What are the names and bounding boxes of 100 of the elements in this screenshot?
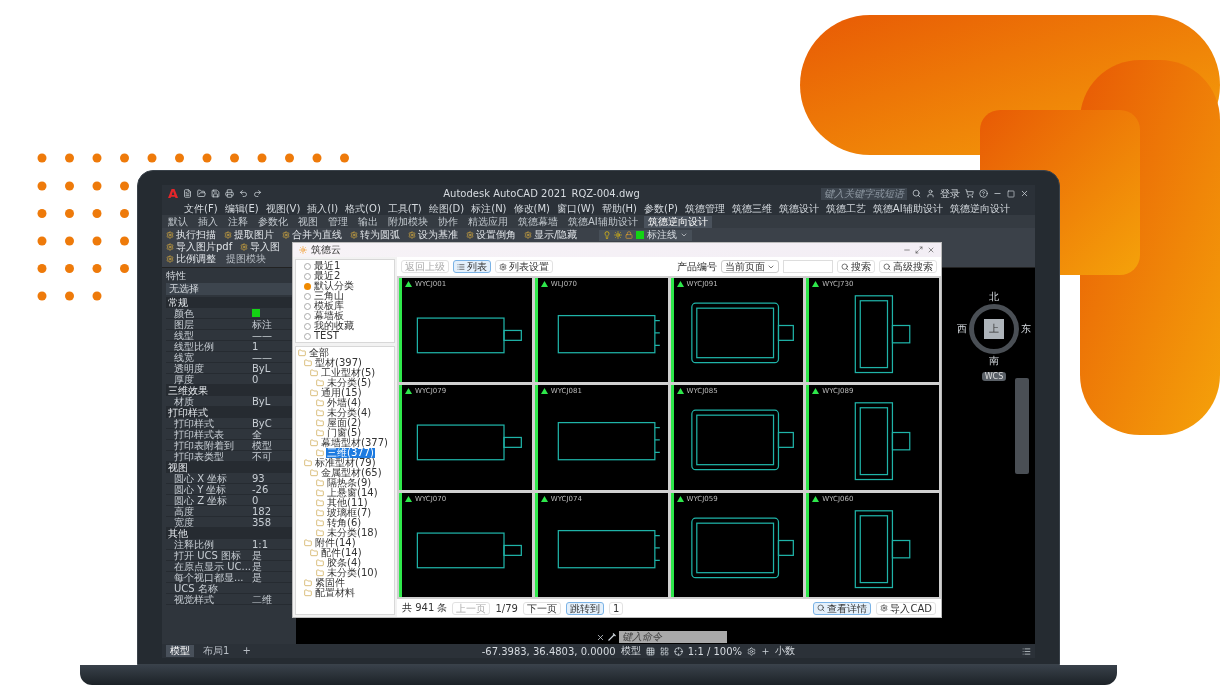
library-item[interactable]: 三角山 (313, 291, 345, 301)
login-link[interactable]: 登录 (940, 186, 960, 201)
search-button[interactable]: 搜索 (837, 260, 875, 273)
ribbon-tab[interactable]: 参数化 (254, 216, 292, 228)
tree-item[interactable]: 未分类(4) (326, 408, 373, 418)
menu-item[interactable]: 筑德设计 (778, 202, 819, 215)
selection-dropdown[interactable]: 无选择 (166, 283, 292, 295)
tree-item[interactable]: 其他(11) (326, 498, 369, 508)
tree-item[interactable]: 通用(15) (320, 388, 363, 398)
ribbon-button[interactable]: 设置倒角 (466, 228, 516, 242)
library-item[interactable]: 最近2 (313, 271, 342, 281)
compass-ring[interactable]: 上 (969, 304, 1019, 354)
menu-item[interactable]: 插入(I) (307, 202, 339, 215)
tree-item[interactable]: 隔热条(9) (326, 478, 373, 488)
ribbon-button[interactable]: 导入图 (240, 240, 281, 254)
ribbon-tab[interactable]: 管理 (324, 216, 352, 228)
tree-item[interactable]: 配置材料 (314, 588, 356, 598)
tree-item[interactable]: 未分类(10) (326, 568, 379, 578)
tree-item[interactable]: 玻璃框(7) (326, 508, 373, 518)
units-dropdown[interactable]: 小数 (775, 644, 796, 658)
tree-item[interactable]: 金属型材(65) (320, 468, 383, 478)
tree-item[interactable]: 未分类(5) (326, 378, 373, 388)
page-input[interactable]: 1 (608, 601, 624, 615)
tree-item[interactable]: 屋面(2) (326, 418, 363, 428)
command-input[interactable]: 键入命令 (619, 631, 727, 643)
tree-item[interactable]: 上悬窗(14) (326, 488, 379, 498)
library-item[interactable]: 幕墙板 (313, 311, 345, 321)
ribbon-tab[interactable]: 默认 (164, 216, 192, 228)
ribbon-button[interactable]: 执行扫描 (166, 228, 216, 242)
tree-item[interactable]: 附件(14) (314, 538, 357, 548)
ribbon-button[interactable]: 设为基准 (408, 228, 458, 242)
menu-item[interactable]: 视图(V) (265, 202, 301, 215)
ribbon-button[interactable]: 提取图片 (224, 228, 274, 242)
add-layout-tab[interactable]: + (238, 645, 255, 657)
tree-item[interactable]: 工业型材(5) (320, 368, 377, 378)
menu-item[interactable]: 筑德三维 (731, 202, 772, 215)
ribbon-tab[interactable]: 协作 (434, 216, 462, 228)
wcs-menu[interactable]: WCS (981, 372, 1007, 381)
tree-item[interactable]: 胶条(4) (326, 558, 363, 568)
tree-item[interactable]: 标准型材(79) (314, 458, 377, 468)
menu-item[interactable]: 窗口(W) (556, 202, 595, 215)
model-toggle[interactable]: 模型 (620, 644, 641, 658)
menu-item[interactable]: 参数(P) (644, 202, 678, 215)
advanced-search-button[interactable]: 高级搜索 (879, 260, 937, 273)
section-header[interactable]: 常规 (166, 297, 292, 308)
tree-item[interactable]: 幕墙型材(377) (320, 438, 389, 448)
annotation-scale[interactable]: 1:1 / 100% (687, 645, 743, 657)
ribbon-button[interactable]: 合并为直线 (282, 228, 342, 242)
ribbon-button[interactable]: 比例调整 (166, 252, 216, 266)
menu-item[interactable]: 筑德逆向设计 (949, 202, 1010, 215)
menu-item[interactable]: 帮助(H) (601, 202, 637, 215)
navigation-bar[interactable] (1015, 378, 1029, 474)
section-header[interactable]: 视图 (166, 462, 292, 473)
ribbon-button[interactable]: 导入图片pdf (166, 240, 233, 254)
toolbar-button[interactable]: 列表设置 (495, 260, 553, 273)
ribbon-tab[interactable]: 输出 (354, 216, 382, 228)
tree-item[interactable]: 转角(6) (326, 518, 363, 528)
ribbon-tab[interactable]: 精选应用 (464, 216, 512, 228)
toolbar-button[interactable]: 列表 (453, 260, 491, 273)
import-button[interactable]: 导入CAD (876, 601, 936, 615)
menu-item[interactable]: 标注(N) (471, 202, 507, 215)
details-button[interactable]: 查看详情 (813, 601, 872, 615)
section-header[interactable]: 其他 (166, 528, 292, 539)
ribbon-tab[interactable]: 插入 (194, 216, 222, 228)
menu-item[interactable]: 修改(M) (513, 202, 550, 215)
section-header[interactable]: 打印样式 (166, 407, 292, 418)
tree-item[interactable]: 未分类(18) (326, 528, 379, 538)
menu-item[interactable]: 文件(F) (184, 202, 218, 215)
layer-dropdown[interactable]: 标注线 (599, 229, 693, 241)
library-item[interactable]: 我的收藏 (313, 321, 355, 331)
section-header[interactable]: 三维效果 (166, 385, 292, 396)
tree-item[interactable]: 全部 (308, 348, 330, 358)
menu-item[interactable]: 筑德管理 (684, 202, 725, 215)
ribbon-button[interactable]: 转为圆弧 (350, 228, 400, 242)
tree-item[interactable]: 配件(14) (320, 548, 363, 558)
tree-item[interactable]: 外墙(4) (326, 398, 363, 408)
layout-tab[interactable]: 布局1 (199, 645, 234, 657)
search-input[interactable] (783, 260, 833, 273)
menu-item[interactable]: 筑德工艺 (825, 202, 866, 215)
library-item[interactable]: TEST (313, 331, 340, 341)
ribbon-tab[interactable]: 筑德幕墙 (514, 216, 562, 228)
ribbon-tab[interactable]: 筑德AI辅助设计 (564, 216, 642, 228)
next-page-button[interactable]: 下一页 (522, 601, 561, 615)
jump-button[interactable]: 跳转到 (565, 601, 604, 615)
ribbon-tab[interactable]: 附加模块 (384, 216, 432, 228)
library-item[interactable]: 默认分类 (313, 281, 355, 291)
menu-item[interactable]: 绘图(D) (428, 202, 465, 215)
tree-item[interactable]: 紧固件 (314, 578, 346, 588)
tree-item[interactable]: 三维(377) (326, 448, 375, 458)
ribbon-tab[interactable]: 注释 (224, 216, 252, 228)
scope-dropdown[interactable]: 当前页面 (721, 260, 779, 273)
menu-item[interactable]: 格式(O) (345, 202, 381, 215)
view-cube[interactable]: 上 (984, 319, 1004, 339)
ribbon-button[interactable]: 显示/隐藏 (524, 228, 578, 242)
ribbon-tab[interactable]: 筑德逆向设计 (643, 216, 712, 228)
menu-item[interactable]: 工具(T) (387, 202, 422, 215)
ribbon-tab[interactable]: 视图 (294, 216, 322, 228)
menu-item[interactable]: 编辑(E) (224, 202, 259, 215)
tree-item[interactable]: 门窗(5) (326, 428, 363, 438)
menu-item[interactable]: 筑德AI辅助设计 (872, 202, 943, 215)
